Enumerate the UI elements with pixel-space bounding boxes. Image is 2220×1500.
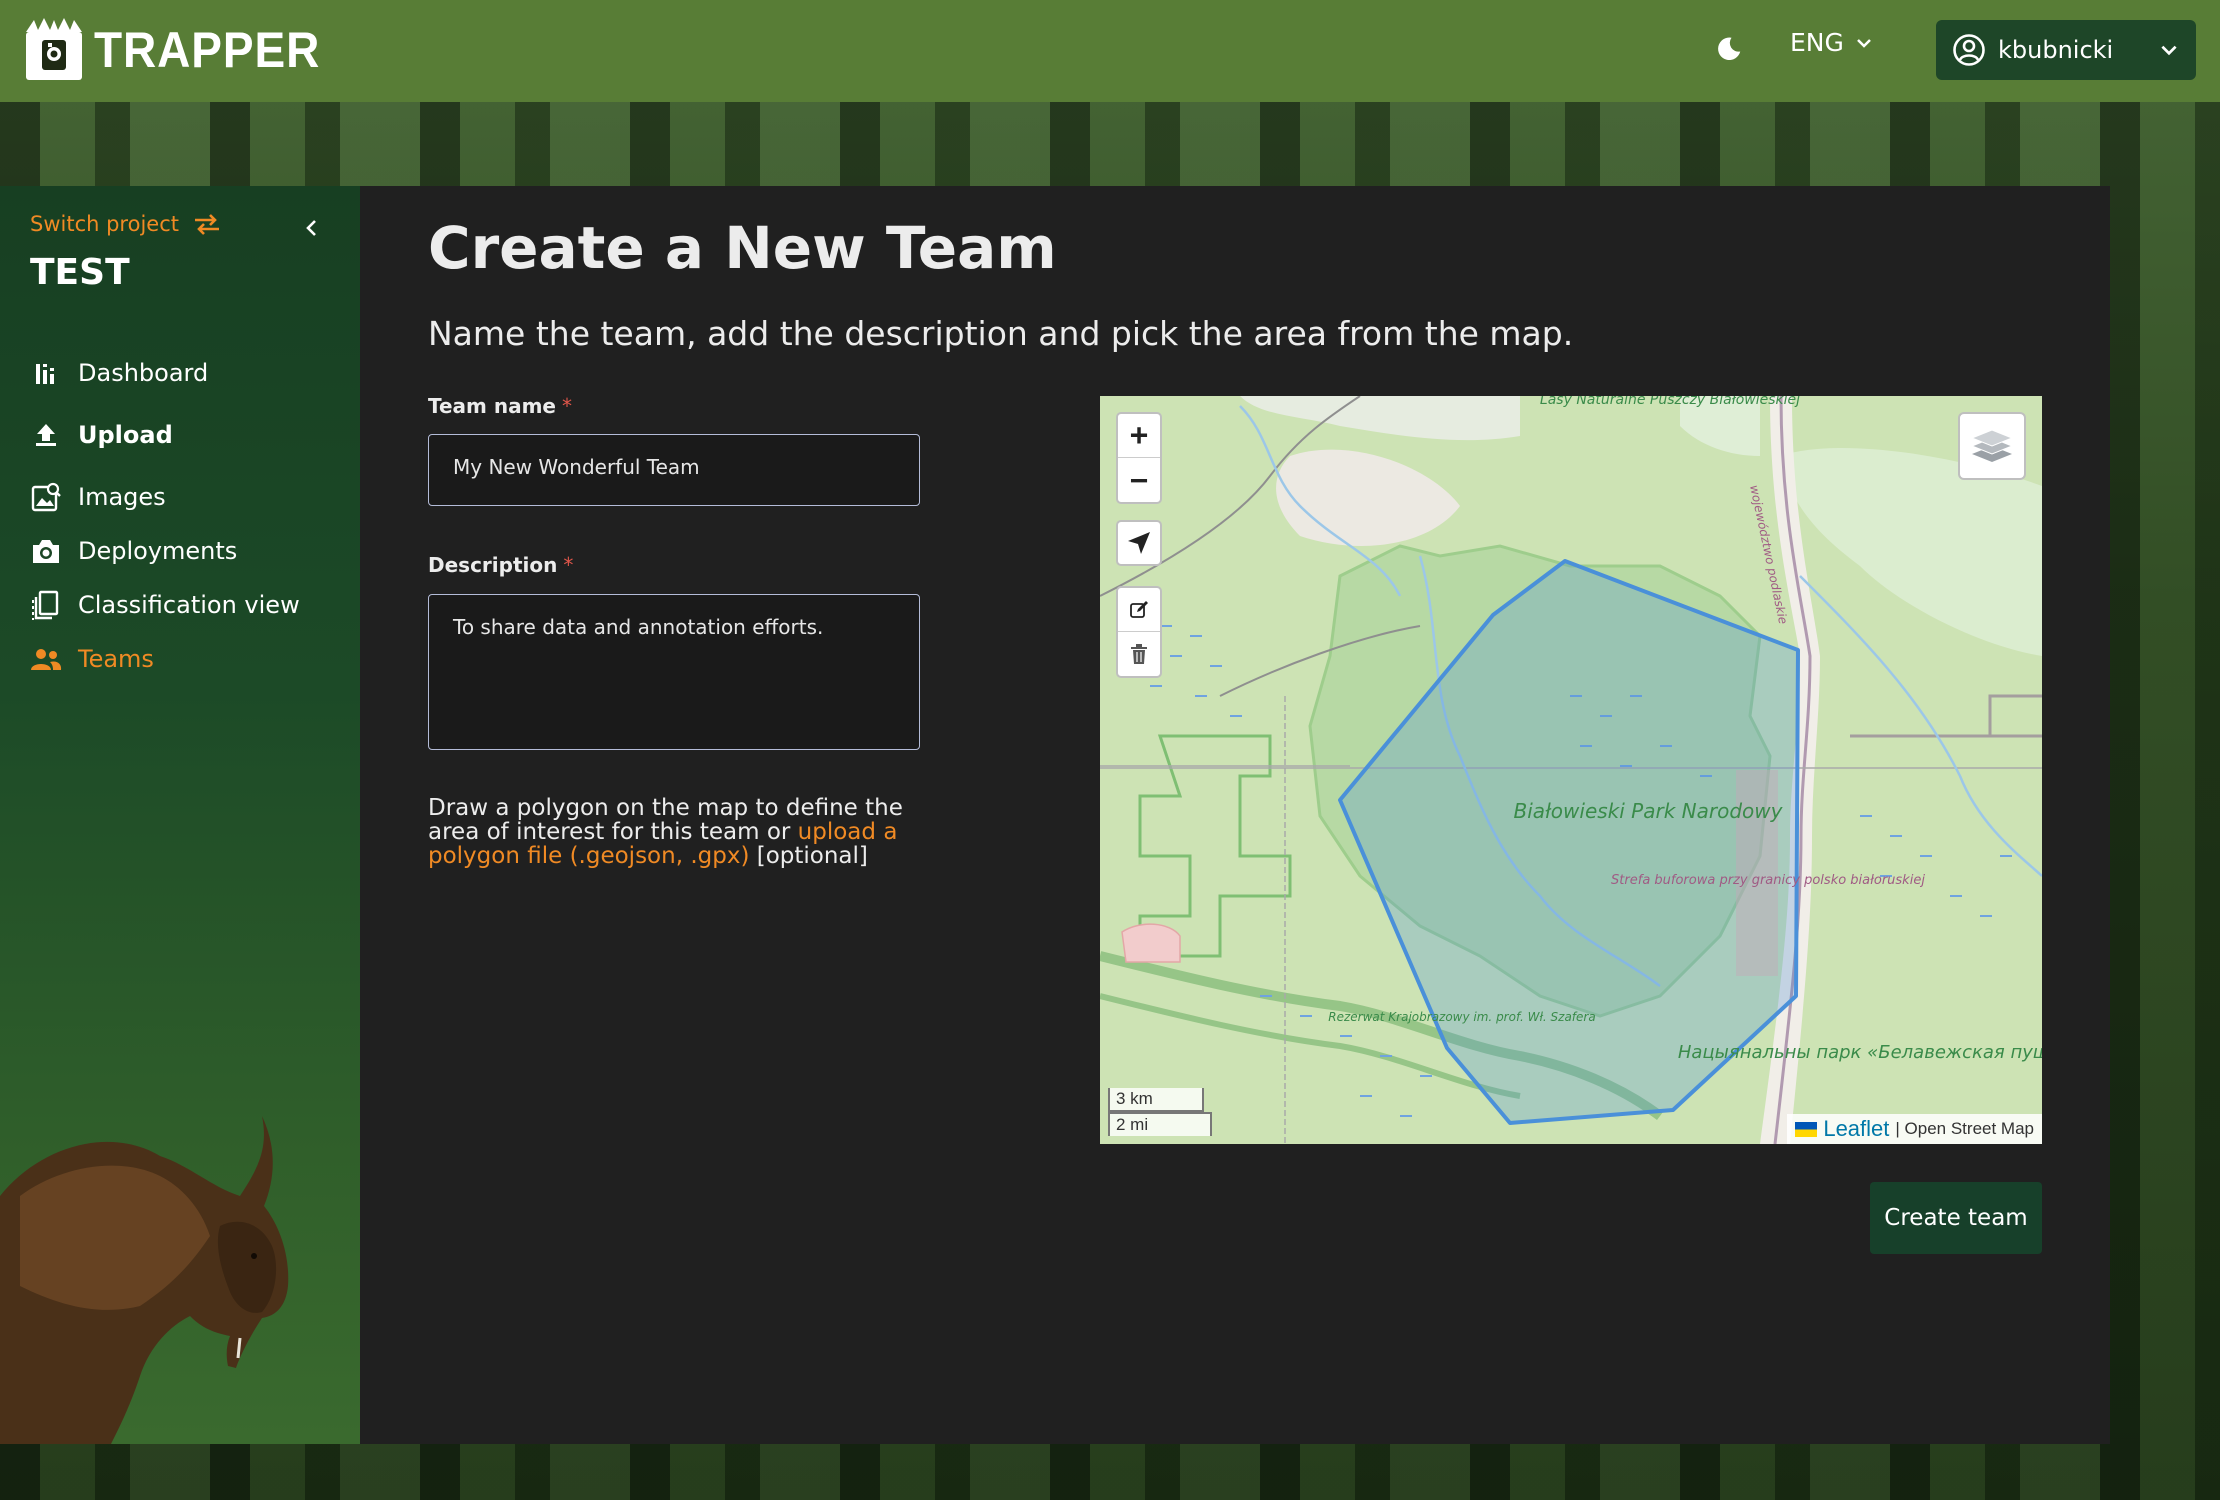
- draw-control: [1116, 586, 1162, 678]
- swap-arrows-icon: [195, 214, 219, 235]
- layers-icon: [1970, 429, 2014, 462]
- polygon-help-text: Draw a polygon on the map to define the …: [428, 796, 928, 868]
- zoom-in-button[interactable]: +: [1118, 414, 1160, 458]
- polygon-help-after: [optional]: [749, 843, 868, 869]
- map-attribution: Leaflet | Open Street Map: [1787, 1114, 2042, 1144]
- sidebar-item-classification-view[interactable]: Classification view: [30, 578, 340, 632]
- chevron-down-icon: [1856, 38, 1871, 48]
- leaflet-link[interactable]: Leaflet: [1823, 1116, 1889, 1142]
- trash-icon: [1131, 644, 1147, 664]
- sidebar-item-deployments[interactable]: Deployments: [30, 524, 340, 578]
- project-name: TEST: [30, 252, 130, 293]
- required-marker: *: [563, 553, 574, 577]
- sidebar: Switch project TEST Dashboard Upload Ima…: [0, 186, 360, 1444]
- switch-project-link[interactable]: Switch project: [30, 212, 221, 236]
- location-arrow-icon: [1128, 532, 1150, 554]
- description-label-text: Description: [428, 553, 558, 577]
- description-label: Description *: [428, 553, 573, 577]
- language-label: ENG: [1790, 28, 1844, 57]
- edit-polygon-button[interactable]: [1118, 588, 1160, 632]
- page-title: Create a New Team: [428, 214, 1057, 282]
- bar-chart-icon: [30, 357, 62, 389]
- zoom-control: + −: [1116, 412, 1162, 504]
- map-label-belarus-park: Нацыянальны парк «Белавежская пушча»: [1678, 1042, 2042, 1063]
- sidebar-item-label: Upload: [78, 421, 173, 449]
- app-logo[interactable]: TRAPPER: [22, 18, 340, 82]
- description-textarea[interactable]: To share data and annotation efforts.: [428, 594, 920, 750]
- area-map[interactable]: Lasy Naturalne Puszczy Białowieskiej Bia…: [1100, 396, 2042, 1144]
- map-label-landscape-reserve: Rezerwat Krajobrazowy im. prof. Wł. Szaf…: [1328, 1010, 1595, 1024]
- bison-illustration: [0, 1116, 289, 1444]
- logo-camera-trap-icon: [26, 18, 82, 80]
- teams-icon: [30, 643, 62, 675]
- logo-text: TRAPPER: [94, 22, 321, 78]
- page-subtitle: Name the team, add the description and p…: [428, 314, 1574, 353]
- sidebar-item-label: Deployments: [78, 537, 238, 565]
- user-circle-icon: [1953, 34, 1985, 66]
- sidebar-nav: Dashboard Upload Images Deployments Clas…: [30, 346, 340, 686]
- scale-mi: 2 mi: [1108, 1112, 1212, 1136]
- sidebar-item-upload[interactable]: Upload: [30, 400, 340, 470]
- map-label-national-park: Białowieski Park Narodowy: [1514, 799, 1784, 823]
- chevron-down-icon: [2161, 45, 2177, 56]
- required-marker: *: [562, 394, 572, 418]
- moon-icon[interactable]: [1714, 34, 1744, 64]
- attribution-text: | Open Street Map: [1895, 1119, 2034, 1138]
- language-selector[interactable]: ENG: [1790, 28, 1874, 57]
- user-menu-button[interactable]: kbubnicki: [1936, 20, 2196, 80]
- images-icon: [30, 481, 62, 513]
- map-scale: 3 km 2 mi: [1108, 1088, 1212, 1136]
- locate-button[interactable]: [1116, 520, 1162, 566]
- map-label-forest-reserve: Lasy Naturalne Puszczy Białowieskiej: [1540, 396, 1800, 408]
- sidebar-item-teams[interactable]: Teams: [30, 632, 340, 686]
- chevron-left-icon[interactable]: [300, 216, 324, 240]
- ukraine-flag-icon: [1795, 1121, 1818, 1137]
- map-label-buffer-zone: Strefa buforowa przy granicy polsko biał…: [1611, 873, 1925, 888]
- upload-icon: [30, 419, 62, 451]
- zoom-out-button[interactable]: −: [1118, 458, 1160, 502]
- switch-project-label: Switch project: [30, 212, 179, 236]
- main-panel: Create a New Team Name the team, add the…: [360, 186, 2110, 1444]
- team-name-label-text: Team name: [428, 394, 556, 418]
- delete-polygon-button[interactable]: [1118, 632, 1160, 676]
- layers-button[interactable]: [1958, 412, 2026, 480]
- classification-icon: [30, 589, 62, 621]
- team-name-label: Team name *: [428, 394, 572, 418]
- edit-icon: [1130, 600, 1148, 618]
- create-team-button[interactable]: Create team: [1870, 1182, 2042, 1254]
- sidebar-item-label: Dashboard: [78, 359, 209, 387]
- sidebar-item-images[interactable]: Images: [30, 470, 340, 524]
- scale-km: 3 km: [1108, 1088, 1204, 1112]
- sidebar-item-dashboard[interactable]: Dashboard: [30, 346, 340, 400]
- map-tiles: Lasy Naturalne Puszczy Białowieskiej Bia…: [1100, 396, 2042, 1144]
- username: kbubnicki: [1998, 36, 2114, 64]
- camera-icon: [30, 535, 62, 567]
- sidebar-item-label: Images: [78, 483, 166, 511]
- sidebar-item-label: Teams: [78, 645, 154, 673]
- team-name-input[interactable]: My New Wonderful Team: [428, 434, 920, 506]
- top-bar: TRAPPER ENG kbubnicki: [0, 0, 2220, 102]
- sidebar-item-label: Classification view: [78, 591, 300, 619]
